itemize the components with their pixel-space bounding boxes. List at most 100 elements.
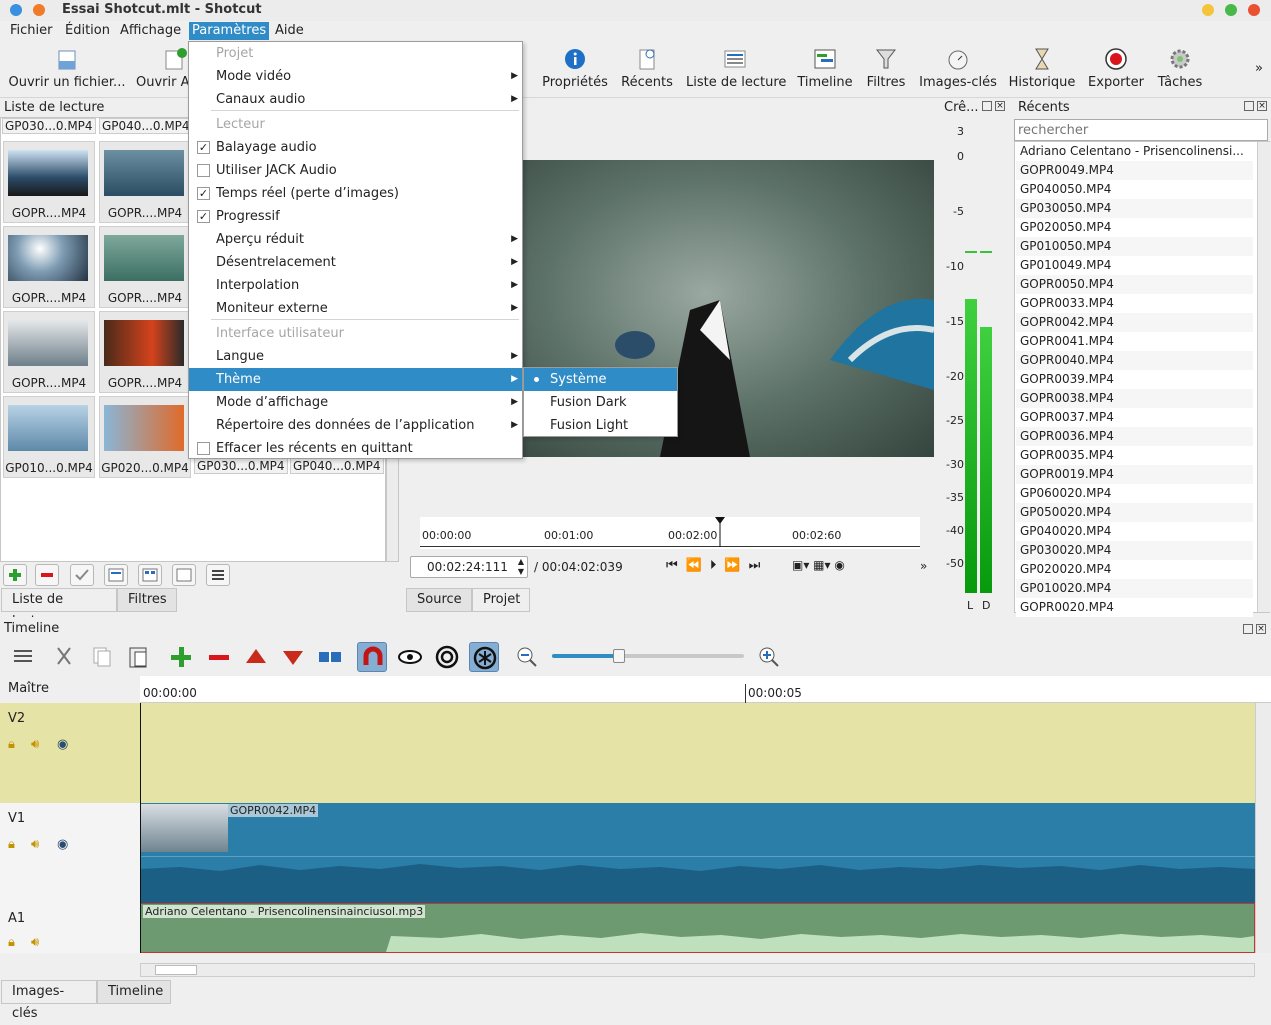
timeline-menu-button[interactable]: [8, 642, 38, 672]
jobs-button[interactable]: Tâches: [1154, 47, 1206, 95]
recent-item[interactable]: GOPR0035.MP4: [1016, 446, 1253, 465]
recent-item[interactable]: GOPR0038.MP4: [1016, 389, 1253, 408]
menu-item-2[interactable]: Canaux audio ▶: [189, 88, 522, 111]
zoom-slider[interactable]: [552, 649, 744, 663]
tiles-view-button[interactable]: [138, 564, 162, 586]
player-ruler[interactable]: 00:00:00 00:01:00 00:02:00 00:02:60: [420, 517, 920, 549]
track-header-v1[interactable]: V1 🔒︎ 🔊︎ ◉: [0, 803, 140, 903]
open-other-button[interactable]: Ouvrir A: [136, 47, 188, 95]
menu-item-1[interactable]: Mode vidéo ▶: [189, 65, 522, 88]
close-panel-icon[interactable]: ×: [1256, 624, 1266, 634]
timeline-ruler[interactable]: 00:00:00 00:00:05: [140, 676, 1271, 703]
playlist-button[interactable]: Liste de lecture: [686, 47, 786, 95]
player-more-icon[interactable]: »: [920, 559, 927, 573]
overwrite-button[interactable]: [278, 642, 308, 672]
menu-item-17[interactable]: Effacer les récents en quittant: [189, 437, 522, 460]
tab-source[interactable]: Source: [406, 588, 472, 612]
playlist-thumb[interactable]: GOPR....MP4: [99, 141, 191, 223]
menu-parametres[interactable]: Paramètres: [189, 22, 270, 40]
menu-item-5[interactable]: Utiliser JACK Audio: [189, 159, 522, 182]
recent-item[interactable]: GP040050.MP4: [1016, 180, 1253, 199]
zoom-in-button[interactable]: [754, 642, 784, 672]
recent-item[interactable]: GP030020.MP4: [1016, 541, 1253, 560]
recents-scrollbar[interactable]: [1257, 142, 1270, 612]
video-clip[interactable]: GOPR0042.MP4: [140, 803, 1255, 903]
tab-playlist[interactable]: Liste de lecture: [1, 588, 117, 629]
recent-item[interactable]: GOPR0020.MP4: [1016, 598, 1253, 617]
mute-icon[interactable]: 🔊︎: [31, 935, 39, 951]
timeline-vscrollbar[interactable]: [1255, 703, 1271, 953]
timeline-playhead[interactable]: [140, 703, 141, 953]
menu-edition[interactable]: Édition: [62, 22, 113, 40]
mute-icon[interactable]: 🔊︎: [31, 837, 39, 853]
track-header-v2[interactable]: V2 🔒︎ 🔊︎ ◉: [0, 703, 140, 803]
menu-affichage[interactable]: Affichage: [117, 22, 184, 40]
close-panel-icon[interactable]: ×: [1257, 101, 1267, 111]
playlist-thumb[interactable]: GP010...0.MP4: [3, 396, 95, 478]
theme-option-1[interactable]: Fusion Dark: [524, 391, 677, 414]
toolbar-overflow-button[interactable]: »: [1255, 61, 1263, 76]
lock-icon[interactable]: 🔒︎: [8, 737, 15, 753]
recent-item[interactable]: GOPR0042.MP4: [1016, 313, 1253, 332]
cut-button[interactable]: [50, 642, 80, 672]
recents-search-input[interactable]: [1014, 119, 1268, 141]
playlist-thumb[interactable]: GOPR....MP4: [3, 141, 95, 223]
current-time-field[interactable]: 00:02:24:111 ▲ ▼: [410, 556, 528, 578]
recent-item[interactable]: GP050020.MP4: [1016, 503, 1253, 522]
recent-item[interactable]: GP030050.MP4: [1016, 199, 1253, 218]
recent-item[interactable]: GOPR0049.MP4: [1016, 161, 1253, 180]
recent-item[interactable]: GOPR0041.MP4: [1016, 332, 1253, 351]
recent-item[interactable]: GOPR0033.MP4: [1016, 294, 1253, 313]
minimize-button[interactable]: [1202, 4, 1214, 16]
playlist-menu-button[interactable]: [206, 564, 230, 586]
open-file-button[interactable]: Ouvrir un fichier...: [8, 47, 126, 95]
menu-item-7[interactable]: Progressif ✓: [189, 205, 522, 228]
export-button[interactable]: Exporter: [1086, 47, 1146, 95]
recents-button[interactable]: Récents: [618, 47, 676, 95]
paste-button[interactable]: [124, 642, 154, 672]
close-button[interactable]: [1248, 4, 1260, 16]
menu-item-10[interactable]: Interpolation ▶: [189, 274, 522, 297]
ripple-all-button[interactable]: [469, 642, 499, 672]
tab-project[interactable]: Projet: [472, 588, 530, 612]
properties-button[interactable]: Propriétés: [540, 47, 610, 95]
tab-timeline[interactable]: Timeline: [97, 980, 171, 1004]
recent-item[interactable]: GP010050.MP4: [1016, 237, 1253, 256]
time-spinner-icon[interactable]: ▲ ▼: [518, 557, 524, 577]
lift-button[interactable]: [241, 642, 271, 672]
lock-icon[interactable]: 🔒︎: [8, 837, 15, 853]
recent-item[interactable]: GP060020.MP4: [1016, 484, 1253, 503]
menu-fichier[interactable]: Fichier: [7, 22, 56, 40]
snap-button[interactable]: [357, 642, 387, 672]
recent-item[interactable]: GP020020.MP4: [1016, 560, 1253, 579]
playlist-strip-item[interactable]: GP040...0.MP4: [99, 118, 193, 134]
lock-icon[interactable]: 🔒︎: [8, 935, 15, 951]
history-button[interactable]: Historique: [1008, 47, 1076, 95]
checkbox-checked-icon[interactable]: ✓: [197, 187, 210, 200]
recent-item[interactable]: Adriano Celentano - Prisencolinensi...: [1016, 142, 1253, 161]
menu-item-8[interactable]: Aperçu réduit ▶: [189, 228, 522, 251]
playlist-strip-item[interactable]: GP040...0.MP4: [290, 458, 384, 474]
checkbox-checked-icon[interactable]: ✓: [197, 141, 210, 154]
checkbox-checked-icon[interactable]: ✓: [197, 210, 210, 223]
icons-view-button[interactable]: [172, 564, 196, 586]
menu-item-16[interactable]: Répertoire des données de l’application ▶: [189, 414, 522, 437]
menu-item-15[interactable]: Mode d’affichage ▶: [189, 391, 522, 414]
menu-item-4[interactable]: Balayage audio ✓: [189, 136, 522, 159]
playlist-thumb[interactable]: GP020...0.MP4: [99, 396, 191, 478]
add-button[interactable]: [3, 564, 27, 586]
hide-icon[interactable]: ◉: [57, 837, 68, 853]
playlist-thumb[interactable]: GOPR....MP4: [99, 311, 191, 393]
menu-aide[interactable]: Aide: [272, 22, 307, 40]
tab-filters[interactable]: Filtres: [117, 588, 177, 612]
copy-button[interactable]: [87, 642, 117, 672]
tab-keyframes[interactable]: Images-clés: [1, 980, 97, 1021]
track-v2[interactable]: [140, 703, 1255, 803]
ripple-button[interactable]: [432, 642, 462, 672]
recent-item[interactable]: GOPR0040.MP4: [1016, 351, 1253, 370]
float-panel-icon[interactable]: [1244, 101, 1254, 111]
hide-icon[interactable]: ◉: [57, 737, 68, 753]
recent-item[interactable]: GOPR0036.MP4: [1016, 427, 1253, 446]
transport-controls[interactable]: ⏮⏪⏵⏩⏭: [666, 558, 768, 573]
player-playhead[interactable]: [715, 517, 725, 547]
